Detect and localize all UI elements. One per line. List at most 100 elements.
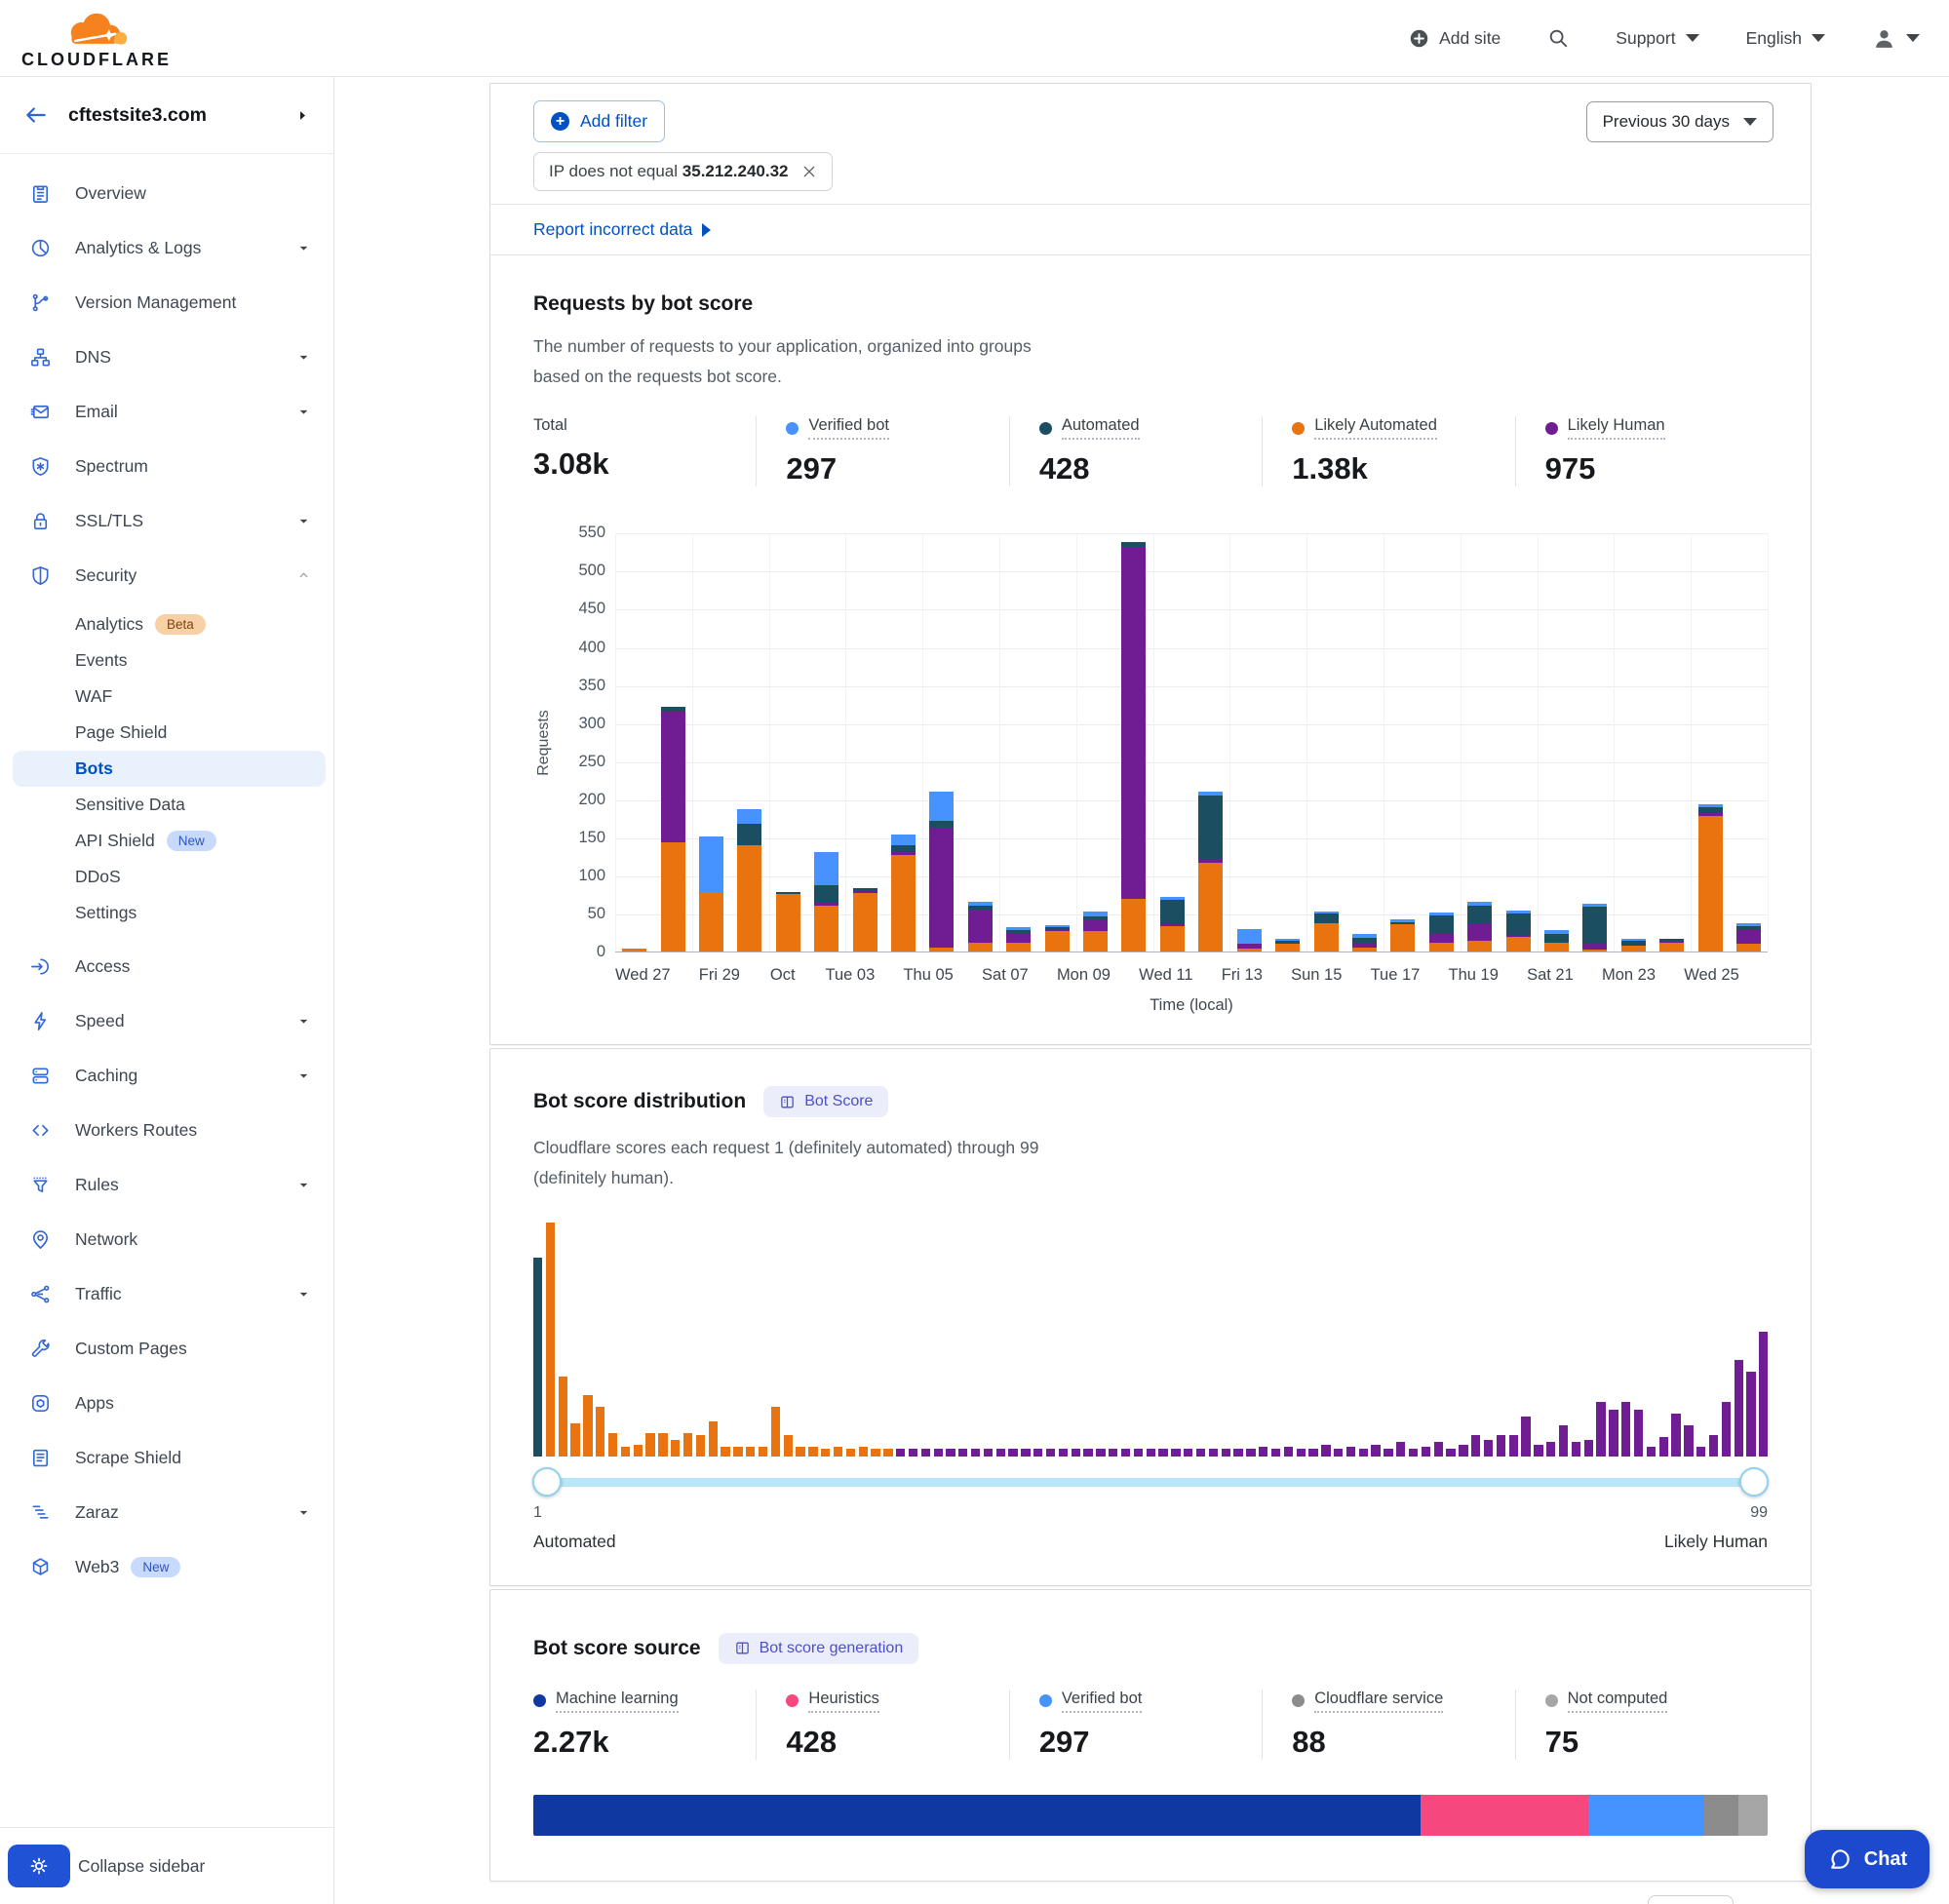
sidebar-item-sensitive-data[interactable]: Sensitive Data [0,787,333,823]
legend-dot [1545,422,1558,435]
sidebar-item-caching[interactable]: Caching [0,1048,333,1103]
sidebar-item-zaraz[interactable]: Zaraz [0,1485,333,1539]
requests-bar-22 [1429,913,1454,952]
sidebar-item-speed[interactable]: Speed [0,993,333,1048]
sidebar-item-rules[interactable]: Rules [0,1157,333,1212]
close-icon[interactable] [801,164,817,179]
date-range-dropdown[interactable]: Previous 30 days [1586,101,1774,142]
sidebar-item-apps[interactable]: Apps [0,1376,333,1430]
language-menu[interactable]: English [1746,28,1825,49]
score-bar-80 [1521,1417,1530,1457]
filter-chip[interactable]: IP does not equal 35.212.240.32 [533,152,833,191]
x-axis-title: Time (local) [533,996,1768,1015]
requests-bar-29 [1698,804,1723,952]
stat-label[interactable]: Automated [1062,416,1140,440]
caret-right-icon[interactable] [295,108,310,123]
collapse-sidebar-button[interactable]: Collapse sidebar [78,1856,205,1877]
score-bar-41 [1033,1449,1042,1456]
score-bar-98 [1746,1372,1755,1456]
requests-stats-row: Total3.08kVerified bot297Automated428Lik… [533,416,1768,486]
support-menu[interactable]: Support [1616,28,1698,49]
stat-label[interactable]: Likely Human [1568,416,1665,440]
x-tick-label [1739,966,1768,985]
score-bar-86 [1596,1402,1605,1456]
sidebar-item-api-shield[interactable]: API ShieldNew [0,823,333,859]
requests-bar-27 [1621,939,1646,952]
score-bar-47 [1109,1449,1117,1456]
score-bar-70 [1396,1442,1405,1456]
requests-stat-verified-bot: Verified bot297 [756,416,1008,486]
site-selector[interactable]: cftestsite3.com [0,77,333,154]
source-stat-machine-learning: Machine learning2.27k [533,1690,756,1760]
search-button[interactable] [1547,27,1569,49]
bot-score-generation-badge[interactable]: Bot score generation [719,1633,919,1664]
partial-scroll-widget[interactable] [1648,1895,1734,1904]
score-bar-39 [1008,1449,1017,1456]
chart-plot-area [615,533,1768,952]
sidebar-item-workers-routes[interactable]: Workers Routes [0,1103,333,1157]
slider-handle-max[interactable] [1739,1467,1769,1496]
sidebar-item-version-management[interactable]: Version Management [0,275,333,330]
sidebar-item-email[interactable]: Email [0,384,333,439]
stat-label[interactable]: Not computed [1568,1690,1668,1713]
new-badge: New [131,1557,180,1577]
account-menu[interactable] [1872,26,1920,51]
add-filter-button[interactable]: + Add filter [533,100,665,142]
x-tick-label [1193,966,1222,985]
stat-label[interactable]: Cloudflare service [1314,1690,1443,1713]
dns-icon [29,346,52,369]
rules-icon [29,1174,52,1196]
stat-label[interactable]: Heuristics [808,1690,878,1713]
score-bar-85 [1584,1440,1593,1457]
stat-label[interactable]: Likely Automated [1314,416,1437,440]
sidebar-item-spectrum[interactable]: Spectrum [0,439,333,493]
add-site-button[interactable]: Add site [1409,28,1501,49]
settings-gear-button[interactable] [8,1845,70,1887]
search-icon [1547,27,1569,49]
sidebar-item-dns[interactable]: DNS [0,330,333,384]
score-bar-75 [1459,1445,1467,1457]
sidebar-item-waf[interactable]: WAF [0,679,333,715]
requests-bar-18 [1275,939,1300,952]
score-bar-96 [1722,1402,1731,1456]
x-tick-label [797,966,825,985]
sidebar-item-page-shield[interactable]: Page Shield [0,715,333,751]
sidebar-item-bots[interactable]: Bots [13,751,326,787]
chat-bubble-icon [1827,1846,1852,1872]
score-bar-31 [909,1449,917,1456]
stat-label[interactable]: Verified bot [1062,1690,1143,1713]
sidebar-item-overview[interactable]: Overview [0,166,333,220]
x-tick-label: Wed 11 [1139,966,1192,985]
sidebar-item-settings[interactable]: Settings [0,895,333,931]
sidebar-item-analytics[interactable]: AnalyticsBeta [0,606,333,642]
sidebar-item-ssl-tls[interactable]: SSL/TLS [0,493,333,548]
stat-label[interactable]: Verified bot [808,416,889,440]
score-range-slider[interactable] [537,1478,1764,1487]
sidebar-item-access[interactable]: Access [0,939,333,993]
slider-handle-min[interactable] [532,1467,562,1496]
score-bar-78 [1497,1435,1505,1457]
sidebar-item-ddos[interactable]: DDoS [0,859,333,895]
slider-min-value: 1 [533,1504,542,1522]
stat-label[interactable]: Machine learning [556,1690,679,1713]
score-bar-91 [1659,1437,1668,1456]
bot-score-badge[interactable]: Bot Score [763,1086,888,1117]
sidebar-item-custom-pages[interactable]: Custom Pages [0,1321,333,1376]
back-arrow-icon[interactable] [23,102,49,128]
score-bar-56 [1222,1449,1230,1456]
sidebar-item-events[interactable]: Events [0,642,333,679]
score-bar-50 [1147,1449,1155,1456]
sidebar-item-scrape-shield[interactable]: Scrape Shield [0,1430,333,1485]
requests-bar-19 [1314,912,1339,952]
sidebar-item-web3[interactable]: Web3New [0,1539,333,1594]
requests-stat-automated: Automated428 [1009,416,1262,486]
legend-dot [1039,422,1052,435]
sidebar-item-analytics-logs[interactable]: Analytics & Logs [0,220,333,275]
sidebar-item-traffic[interactable]: Traffic [0,1266,333,1321]
cloudflare-logo[interactable]: CLOUDFLARE [21,7,172,70]
score-bar-84 [1572,1442,1580,1456]
sidebar-item-network[interactable]: Network [0,1212,333,1266]
sidebar-item-security[interactable]: Security [0,548,333,602]
chat-button[interactable]: Chat [1805,1830,1930,1888]
report-incorrect-data-link[interactable]: Report incorrect data [490,204,1811,254]
